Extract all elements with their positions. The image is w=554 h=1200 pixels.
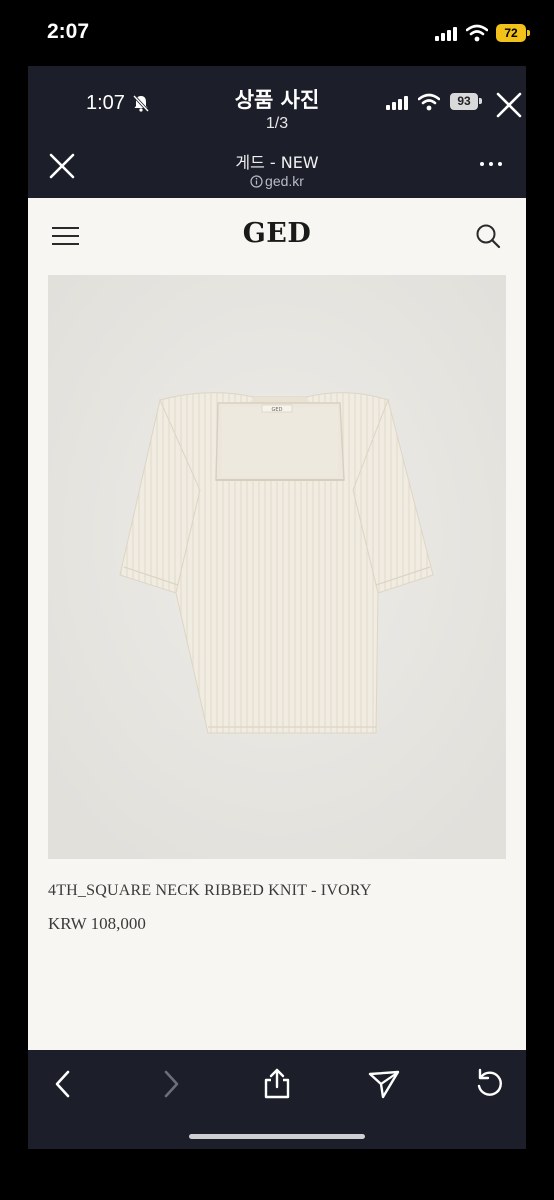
more-icon[interactable] (478, 158, 504, 168)
viewer-wifi-icon (418, 93, 440, 111)
photo-counter: 1/3 (265, 115, 289, 132)
back-icon[interactable] (46, 1066, 82, 1102)
home-indicator[interactable] (189, 1134, 365, 1139)
battery-tip (527, 30, 530, 36)
battery-icon: 72 (496, 24, 526, 42)
knit-top-illustration: GED (48, 275, 506, 859)
viewer-battery-level: 93 (457, 94, 471, 108)
outer-clock: 2:07 (47, 20, 90, 43)
photo-viewer: 1:07 상품 사진 1/3 93 게드 - NEW ged.kr GED GE… (28, 66, 526, 1149)
share-icon[interactable] (259, 1066, 295, 1102)
product-price: KRW 108,000 (48, 914, 146, 933)
site-url: ged.kr (28, 173, 526, 189)
browser-toolbar (28, 1050, 526, 1149)
viewer-battery-tip (479, 98, 482, 104)
site-title: 게드 - NEW (235, 153, 319, 172)
product-name[interactable]: 4TH_SQUARE NECK RIBBED KNIT - IVORY (48, 882, 372, 900)
viewer-battery-icon: 93 (450, 93, 478, 110)
wifi-icon (466, 24, 488, 42)
info-icon (250, 175, 263, 188)
search-icon[interactable] (474, 222, 502, 250)
site-url-text: ged.kr (265, 173, 304, 189)
viewer-close-icon[interactable] (494, 90, 524, 120)
garment-label: GED (272, 407, 283, 413)
outer-status-bar: 2:07 72 (0, 0, 554, 66)
send-icon[interactable] (366, 1066, 402, 1102)
product-image[interactable]: GED (48, 275, 506, 859)
viewer-signal-icon (386, 96, 408, 110)
forward-icon[interactable] (152, 1066, 188, 1102)
brand-logo[interactable]: GED (28, 218, 526, 249)
battery-level: 72 (504, 26, 518, 40)
cellular-signal-icon (435, 27, 457, 41)
web-page: GED GED 4TH_SQUARE NECK RIBBED KNIT - IV… (28, 198, 526, 1050)
refresh-icon[interactable] (472, 1066, 508, 1102)
